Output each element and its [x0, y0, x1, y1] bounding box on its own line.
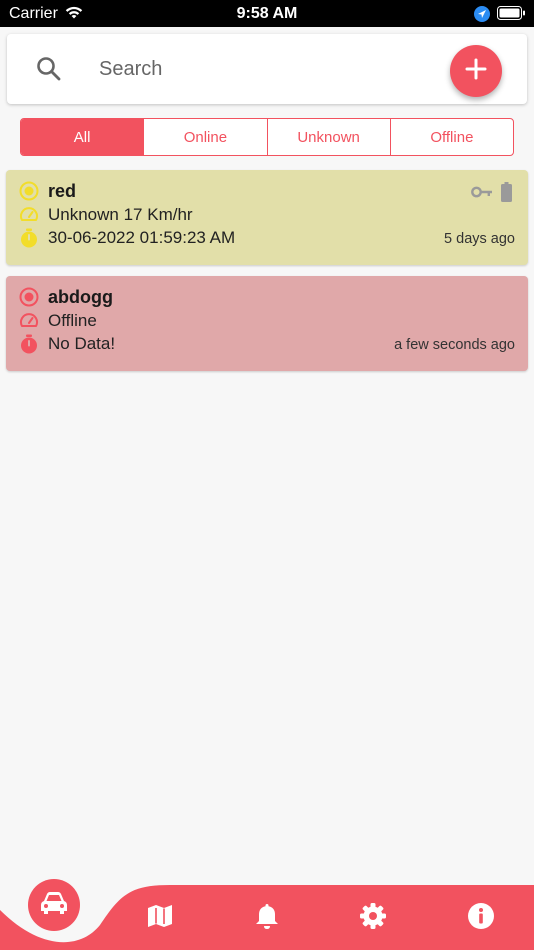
device-last-seen: a few seconds ago [394, 337, 515, 353]
device-status-icons [471, 182, 512, 207]
stopwatch-icon [18, 333, 40, 355]
device-card-red[interactable]: red Unknown 17 Km/hr 30-06-2022 01:59:23… [6, 170, 528, 265]
speedometer-icon [18, 204, 40, 226]
filter-tabs: All Online Unknown Offline [20, 118, 514, 156]
plus-icon [465, 58, 487, 85]
clock: 9:58 AM [236, 5, 298, 22]
map-icon [147, 903, 173, 934]
add-device-button[interactable] [450, 45, 502, 97]
target-icon [18, 286, 40, 308]
tab-offline[interactable]: Offline [391, 119, 513, 155]
tab-unknown[interactable]: Unknown [268, 119, 391, 155]
tab-all[interactable]: All [21, 119, 145, 155]
bell-icon [255, 902, 279, 935]
search-input[interactable] [99, 51, 419, 87]
tab-online[interactable]: Online [144, 119, 268, 155]
device-name: red [48, 180, 77, 201]
nav-notifications-button[interactable] [252, 903, 282, 933]
stopwatch-icon [18, 227, 40, 249]
device-last-seen: 5 days ago [444, 231, 515, 247]
gear-icon [359, 902, 387, 935]
nav-vehicles-button[interactable] [28, 879, 80, 931]
battery-icon [497, 6, 526, 25]
status-bar: Carrier 9:58 AM [0, 0, 534, 27]
device-name: abdogg [48, 286, 113, 307]
key-icon [471, 185, 493, 204]
target-icon [18, 180, 40, 202]
nav-settings-button[interactable] [358, 902, 388, 935]
device-status-line: Offline [48, 311, 97, 330]
search-icon[interactable] [35, 55, 63, 88]
location-icon [474, 6, 490, 27]
info-icon [467, 902, 495, 935]
car-icon [40, 891, 68, 920]
battery-level-icon [501, 182, 512, 207]
search-bar [7, 34, 527, 104]
device-datetime: No Data! [48, 334, 116, 353]
device-datetime: 30-06-2022 01:59:23 AM [48, 228, 236, 247]
speedometer-icon [18, 310, 40, 332]
device-status-line: Unknown 17 Km/hr [48, 205, 193, 224]
nav-info-button[interactable] [466, 902, 496, 935]
nav-map-button[interactable] [145, 903, 175, 933]
device-card-abdogg[interactable]: abdogg Offline No Data! a few seconds ag… [6, 276, 528, 371]
